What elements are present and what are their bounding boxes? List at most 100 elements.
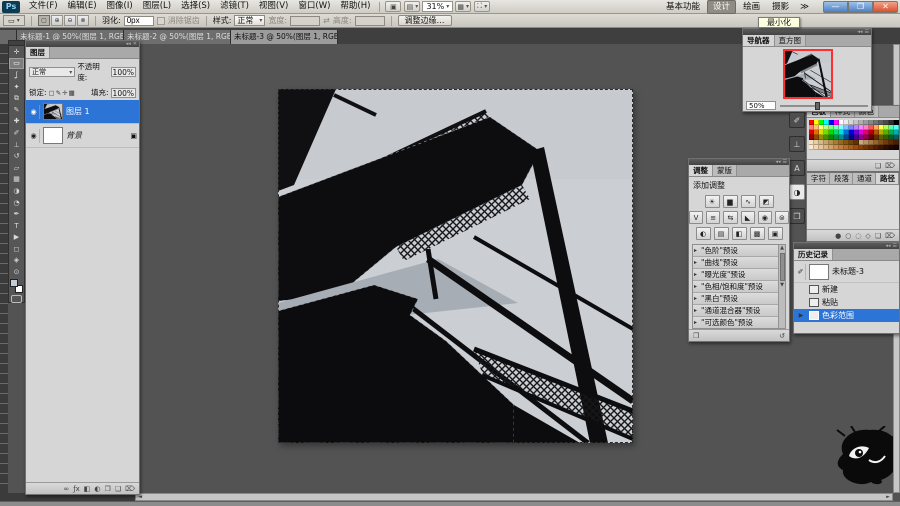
brush-tool[interactable]: ✐ xyxy=(9,127,24,139)
current-tool-icon[interactable]: ▭▾ xyxy=(3,15,25,26)
horizontal-scrollbar[interactable]: ◄ ► xyxy=(135,493,893,501)
add-layer-mask-icon[interactable]: ◧ xyxy=(84,484,91,494)
preset-"色阶"预设[interactable]: "色阶"预设 xyxy=(693,245,785,257)
tab-history[interactable]: 历史记录 xyxy=(794,249,833,260)
intersect-selection-icon[interactable]: ⊗ xyxy=(77,15,89,26)
selection-to-path-icon[interactable]: ◇ xyxy=(865,231,870,241)
new-path-icon[interactable]: ❏ xyxy=(875,231,881,241)
return-to-list-icon[interactable]: ↺ xyxy=(779,331,785,341)
quick-mask-button[interactable] xyxy=(11,295,22,303)
foreground-background-swatches[interactable] xyxy=(9,279,24,293)
new-swatch-icon[interactable]: ❏ xyxy=(875,161,881,171)
workspace-设计[interactable]: 设计 xyxy=(707,0,736,14)
delete-path-icon[interactable]: ⌦ xyxy=(885,231,895,241)
launch-bridge-icon[interactable]: ▣ xyxy=(385,1,401,12)
add-selection-icon[interactable]: ⊕ xyxy=(51,15,63,26)
gradient-tool[interactable]: ▦ xyxy=(9,174,24,186)
preset-"曲线"预设[interactable]: "曲线"预设 xyxy=(693,257,785,269)
tab-通道[interactable]: 通道 xyxy=(853,173,876,184)
dodge-tool[interactable]: ◔ xyxy=(9,197,24,209)
history-brush-source-icon[interactable]: ✐ xyxy=(796,264,806,280)
brush-presets-icon[interactable]: ✐ xyxy=(789,112,805,128)
blur-tool[interactable]: ◑ xyxy=(9,185,24,197)
vibrance-adjustment-icon[interactable]: V xyxy=(689,211,703,224)
quick-selection-tool[interactable]: ✦ xyxy=(9,81,24,93)
crop-tool[interactable]: ⧉ xyxy=(9,92,24,104)
move-tool[interactable]: ✛ xyxy=(9,46,24,58)
tab-蒙版[interactable]: 蒙版 xyxy=(713,165,737,176)
history-brush-tool[interactable]: ↺ xyxy=(9,150,24,162)
subtract-selection-icon[interactable]: ⊖ xyxy=(64,15,76,26)
black-white-adjustment-icon[interactable]: ◣ xyxy=(741,211,755,224)
slider-thumb[interactable] xyxy=(815,102,820,110)
layer-name[interactable]: 背景 xyxy=(66,130,82,141)
zoom-tool[interactable]: ⊙ xyxy=(9,266,24,278)
photo-filter-adjustment-icon[interactable]: ◉ xyxy=(758,211,772,224)
new-layer-icon[interactable]: ❏ xyxy=(115,484,121,494)
brightness-contrast-adjustment-icon[interactable]: ☀ xyxy=(705,195,720,208)
path-selection-tool[interactable]: ▶ xyxy=(9,232,24,244)
tab-调整[interactable]: 调整 xyxy=(689,165,713,176)
pen-tool[interactable]: ✒ xyxy=(9,208,24,220)
foreground-color-swatch[interactable] xyxy=(10,279,18,287)
tab-段落[interactable]: 段落 xyxy=(830,173,853,184)
antialias-checkbox[interactable] xyxy=(157,17,165,25)
menu-视图(V)[interactable]: 视图(V) xyxy=(254,0,293,13)
preset-"黑白"预设[interactable]: "黑白"预设 xyxy=(693,293,785,305)
rectangular-marquee-tool[interactable]: ▭ xyxy=(9,58,24,70)
close-button[interactable]: ✕ xyxy=(873,1,898,13)
preset-"曝光度"预设[interactable]: "曝光度"预设 xyxy=(693,269,785,281)
navigator-view-box[interactable] xyxy=(783,49,833,99)
lock-buttons[interactable]: ▢✎✛▦ xyxy=(49,88,76,97)
fill-value[interactable]: 100% xyxy=(111,88,136,98)
gradient-map-adjustment-icon[interactable]: ▩ xyxy=(750,227,765,240)
adjustment-layer-icon[interactable]: ◐ xyxy=(94,484,100,494)
character-panel-icon[interactable]: A xyxy=(789,160,805,176)
history-snapshot-row[interactable]: ✐ 未标题-3 xyxy=(794,261,899,283)
selective-color-adjustment-icon[interactable]: ▣ xyxy=(768,227,783,240)
scroll-thumb[interactable] xyxy=(780,253,785,281)
menu-图层(L)[interactable]: 图层(L) xyxy=(138,0,176,13)
restore-button[interactable]: ❐ xyxy=(848,1,873,13)
new-group-icon[interactable]: ❐ xyxy=(105,484,111,494)
workspace-基本功能[interactable]: 基本功能 xyxy=(661,1,705,13)
navigator-zoom-field[interactable]: 50% xyxy=(746,101,776,110)
style-select[interactable]: 正常▾ xyxy=(234,15,265,26)
channel-mixer-adjustment-icon[interactable]: ⊜ xyxy=(775,211,789,224)
expanded-view-icon[interactable]: ❒ xyxy=(693,331,699,341)
delete-layer-icon[interactable]: ⌦ xyxy=(125,484,135,494)
history-state-新建[interactable]: 新建 xyxy=(794,283,899,296)
history-state-粘贴[interactable]: 粘贴 xyxy=(794,296,899,309)
navigator-zoom-slider[interactable] xyxy=(780,105,868,107)
refine-edge-button[interactable]: 调整边缘… xyxy=(398,15,452,26)
snapshot-name[interactable]: 未标题-3 xyxy=(832,266,864,277)
layer-row-background[interactable]: ◉ 背景 ▣ xyxy=(26,124,139,148)
tab-layers[interactable]: 图层 xyxy=(26,47,50,58)
document-tab-3[interactable]: 未标题-3 @ 50%(图层 1, RGB/8*)✕ xyxy=(231,30,338,44)
type-tool[interactable]: T xyxy=(9,220,24,232)
menu-选择(S)[interactable]: 选择(S) xyxy=(176,0,215,13)
preset-"色相/饱和度"预设[interactable]: "色相/饱和度"预设 xyxy=(693,281,785,293)
tab-导航器[interactable]: 导航器 xyxy=(743,35,775,46)
menu-窗口(W)[interactable]: 窗口(W) xyxy=(293,0,335,13)
workspace-overflow[interactable]: ≫ xyxy=(795,1,814,13)
masks-panel-icon[interactable]: ◑ xyxy=(789,184,805,200)
opacity-value[interactable]: 100% xyxy=(111,67,136,77)
screen-mode-icon[interactable]: ⛶▾ xyxy=(474,1,490,12)
arrange-documents-icon[interactable]: ▦▾ xyxy=(455,1,471,12)
menu-图像(I)[interactable]: 图像(I) xyxy=(102,0,138,13)
layer-effects-icon[interactable]: ƒx xyxy=(73,484,80,494)
menu-编辑(E)[interactable]: 编辑(E) xyxy=(63,0,102,13)
threshold-adjustment-icon[interactable]: ◧ xyxy=(732,227,747,240)
lasso-tool[interactable]: ʆ xyxy=(9,69,24,81)
clone-stamp-tool[interactable]: ⊥ xyxy=(9,139,24,151)
view-extras-icon[interactable]: ▤▾ xyxy=(404,1,420,12)
clone-source-icon[interactable]: ⊥ xyxy=(789,136,805,152)
curves-adjustment-icon[interactable]: ∿ xyxy=(741,195,756,208)
document-tab-2[interactable]: 未标题-2 @ 50%(图层 1, RGB/8*)✕ xyxy=(124,30,231,44)
layer-thumbnail[interactable] xyxy=(43,127,63,144)
visibility-eye-icon[interactable]: ◉ xyxy=(28,105,40,119)
new-selection-icon[interactable]: ▢ xyxy=(38,15,50,26)
posterize-adjustment-icon[interactable]: ▤ xyxy=(714,227,729,240)
delete-swatch-icon[interactable]: ⌦ xyxy=(885,161,895,171)
